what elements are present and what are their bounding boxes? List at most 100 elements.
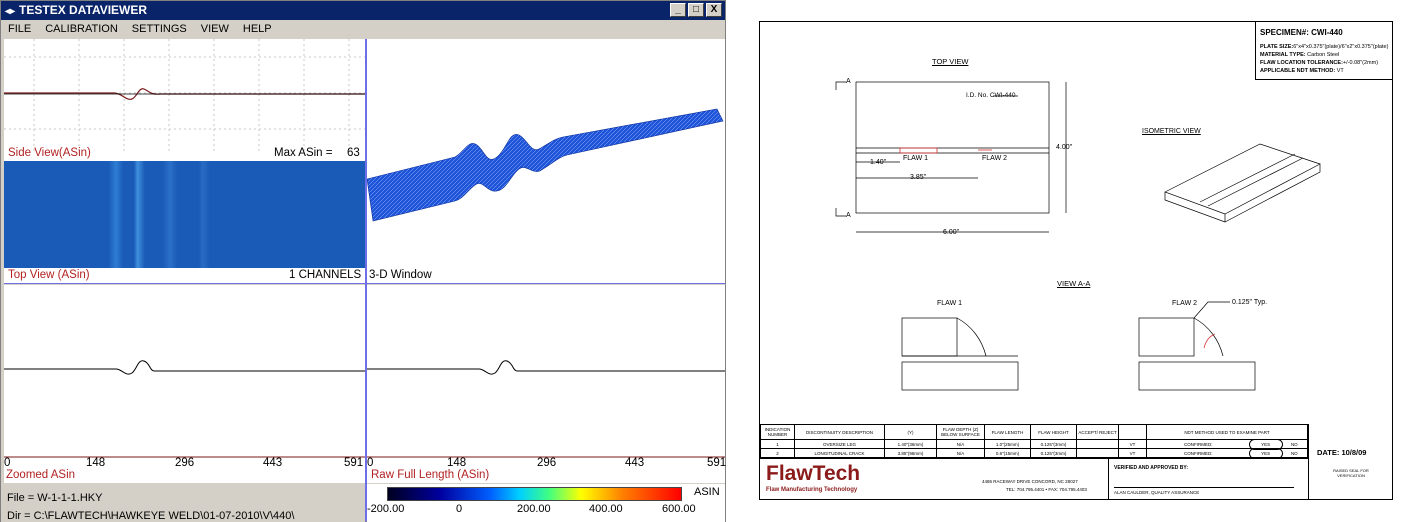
cell: NO — [1281, 439, 1308, 449]
title-bar[interactable]: ◂▸ TESTEX DATAVIEWER _ □ X — [1, 1, 725, 20]
menu-bar: FILE CALIBRATION SETTINGS VIEW HELP — [1, 20, 725, 38]
section-mark-top: A — [846, 78, 851, 85]
top-view-label: Top View (ASin) — [8, 269, 90, 281]
th-y: (Y) — [884, 424, 937, 440]
dim-0-125: 0.125" Typ. — [1232, 299, 1268, 306]
th-depth: FLAW DEPTH (Z) BELOW SURFACE — [936, 424, 985, 440]
raised-seal-text: RAISED SEAL FOR VERIFICATION — [1333, 468, 1369, 478]
th-description: DISCONTINUITY DESCRIPTION — [794, 424, 885, 440]
zoomed-tick-4: 591 — [344, 457, 364, 469]
zoomed-plot — [4, 360, 365, 458]
cell: OVERSIZE LEG — [794, 439, 885, 449]
cell: 1 — [760, 439, 795, 449]
color-scale: ASIN -200.00 0 200.00 400.00 600.00 — [367, 484, 725, 522]
cell: 3.85"(98mm) — [884, 448, 937, 458]
cell: 1.40"(36mm) — [884, 439, 937, 449]
raw-tick-2: 296 — [537, 457, 557, 469]
close-button[interactable]: X — [706, 3, 722, 17]
colorbar-unit: ASIN — [694, 486, 720, 498]
raw-full-length-panel[interactable]: 0 148 296 443 591 Raw Full Length (ASin) — [367, 285, 727, 483]
verified-label: VERIFIED AND APPROVED BY: — [1114, 465, 1188, 471]
section-mark-bottom: A — [846, 212, 851, 219]
colorbar-tick-1: 0 — [456, 503, 463, 515]
table-row: 1 OVERSIZE LEG 1.40"(36mm) N/A 1.0"(25mm… — [760, 438, 1308, 450]
view-aa-title: VIEW A-A — [1057, 279, 1091, 288]
raw-tick-3: 443 — [625, 457, 645, 469]
status-area: File = W-1-1-1.HKY Dir = C:\FLAWTECH\HAW… — [1, 484, 365, 522]
side-view-plot — [4, 39, 365, 151]
minimize-button[interactable]: _ — [670, 3, 686, 17]
table-row: 2 LONGITUDINAL CRACK 3.85"(98mm) N/A 0.6… — [760, 447, 1308, 459]
color-gradient — [387, 487, 682, 501]
side-view-panel[interactable]: Side View(ASin) Max ASin = 63 — [4, 39, 365, 161]
dir-status: Dir = C:\FLAWTECH\HAWKEYE WELD\01-07-201… — [7, 510, 295, 522]
yes-circle: YES — [1248, 447, 1283, 459]
file-status: File = W-1-1-1.HKY — [7, 492, 103, 504]
logo-tagline: Flaw Manufacturing Technology — [766, 487, 858, 493]
top-view-title: TOP VIEW — [932, 57, 969, 66]
zoomed-tick-3: 443 — [263, 457, 283, 469]
channels-label: 1 CHANNELS — [289, 269, 362, 281]
three-d-surface — [366, 108, 724, 222]
raw-plot — [367, 360, 725, 458]
th-height: FLAW HEIGHT — [1030, 424, 1077, 440]
signer-name: ALAN CAULDER, QUALITY ASSURANCE — [1114, 490, 1200, 495]
specimen-drawing: SPECIMEN#: CWI-440 PLATE SIZE:6"x4"x0.37… — [759, 21, 1393, 500]
maximize-button[interactable]: □ — [688, 3, 704, 17]
cell — [1076, 448, 1119, 458]
cell: 2 — [760, 448, 795, 458]
three-d-label: 3-D Window — [369, 269, 432, 281]
colorbar-tick-0: -200.00 — [367, 503, 405, 515]
id-label: I.D. No. — [966, 92, 989, 99]
company-address: 4486 RACEWAY DRIVE CONCORD, NC 28027 — [982, 479, 1078, 484]
three-d-panel[interactable]: 3-D Window — [366, 39, 725, 283]
raw-tick-1: 148 — [447, 457, 467, 469]
dim-3-85: 3.85" — [910, 174, 927, 181]
th-indication: INDICATION NUMBER — [760, 424, 795, 440]
colorbar-tick-3: 400.00 — [589, 503, 623, 515]
flaw2-label-top: FLAW 2 — [982, 155, 1008, 162]
isometric-view-title: ISOMETRIC VIEW — [1142, 128, 1201, 135]
yes-circle: YES — [1248, 438, 1283, 450]
menu-settings[interactable]: SETTINGS — [125, 20, 194, 38]
cell: N/A — [936, 448, 985, 458]
window-title: TESTEX DATAVIEWER — [19, 3, 148, 17]
menu-view[interactable]: VIEW — [194, 20, 236, 38]
menu-file[interactable]: FILE — [1, 20, 38, 38]
indication-table: INDICATION NUMBER DISCONTINUITY DESCRIPT… — [760, 424, 1308, 459]
cell: LONGITUDINAL CRACK — [794, 448, 885, 458]
cell — [1076, 439, 1119, 449]
company-phone: TEL: 704.795.4401 • FAX: 704.795.4403 — [1006, 487, 1087, 492]
id-value: CWI-440 — [989, 92, 1016, 99]
technical-drawing — [835, 81, 1321, 391]
top-view-panel[interactable]: Top View (ASin) 1 CHANNELS — [4, 161, 365, 283]
raw-label: Raw Full Length (ASin) — [371, 469, 490, 481]
th-blank — [1118, 424, 1147, 440]
zoomed-tick-1: 148 — [86, 457, 106, 469]
title-block: FlawTech Flaw Manufacturing Technology 4… — [760, 458, 1308, 500]
cell: CONFIRMED: — [1146, 439, 1250, 449]
cell: 1.0"(25mm) — [984, 439, 1031, 449]
flaw2-section-label: FLAW 2 — [1172, 300, 1198, 307]
raw-tick-0: 0 — [367, 457, 374, 469]
zoomed-panel[interactable]: 0 148 296 443 591 Zoomed ASin — [4, 285, 365, 483]
cell: VT — [1118, 448, 1147, 458]
th-ndt: NDT METHOD USED TO EXAMINE PART — [1146, 424, 1308, 440]
cell: 0.125"(3mm) — [1030, 448, 1077, 458]
flaw1-section-label: FLAW 1 — [937, 300, 963, 307]
menu-help[interactable]: HELP — [236, 20, 279, 38]
zoomed-label: Zoomed ASin — [6, 469, 76, 481]
th-length: FLAW LENGTH — [984, 424, 1031, 440]
dim-6-00: 6.00" — [943, 229, 960, 236]
system-menu-icon[interactable]: ◂▸ — [5, 2, 15, 21]
colorbar-tick-4: 600.00 — [662, 503, 696, 515]
side-view-label: Side View(ASin) — [8, 147, 91, 159]
colorbar-tick-2: 200.00 — [517, 503, 551, 515]
date-label: DATE: — [1317, 448, 1340, 457]
cell: VT — [1118, 439, 1147, 449]
raw-tick-4: 591 — [707, 457, 727, 469]
max-asin-label: Max ASin = — [274, 147, 333, 159]
menu-calibration[interactable]: CALIBRATION — [38, 20, 125, 38]
cell: N/A — [936, 439, 985, 449]
dim-1-40: 1.40" — [870, 159, 887, 166]
